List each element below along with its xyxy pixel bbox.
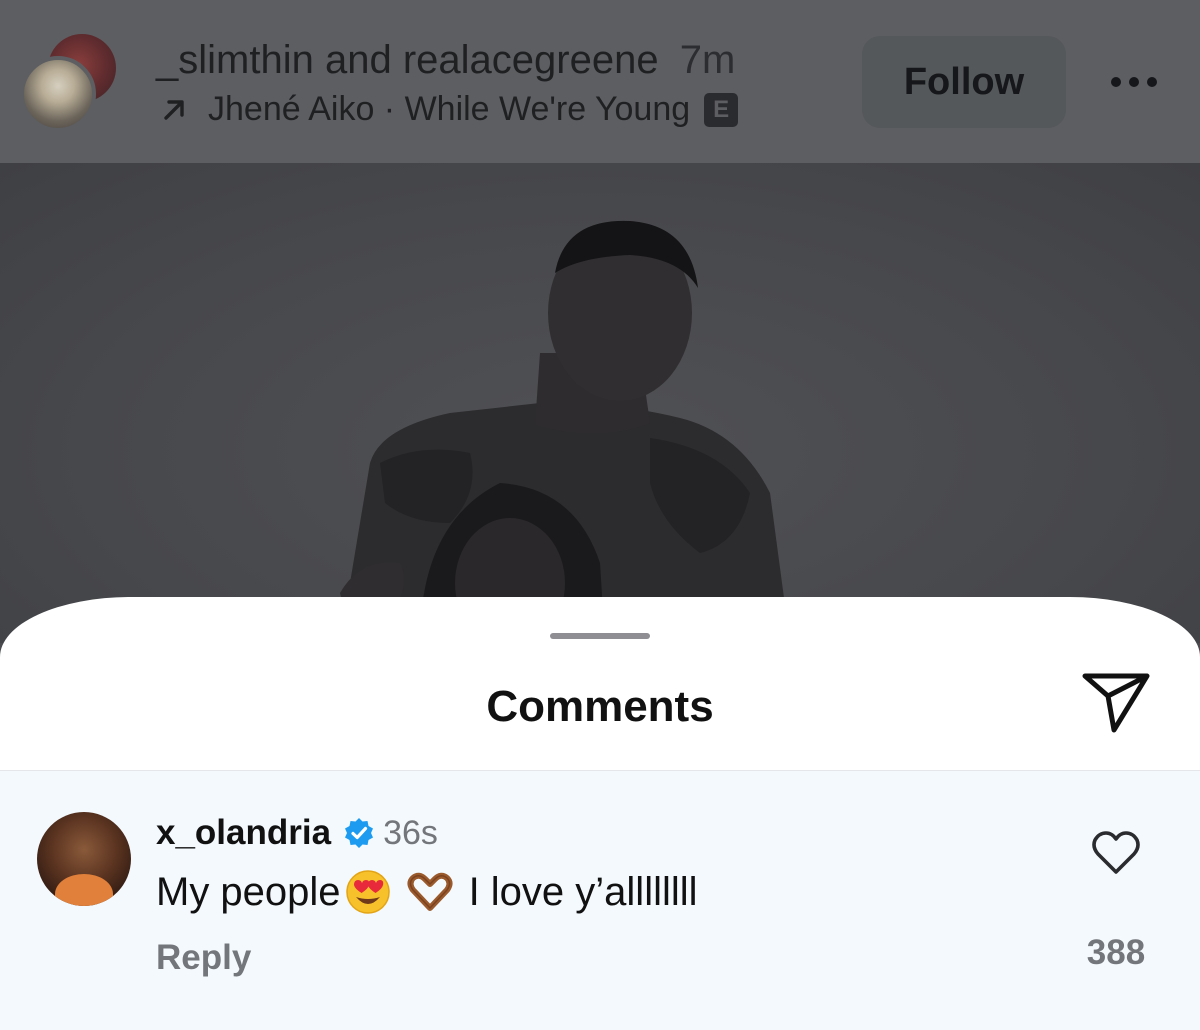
follow-button[interactable]: Follow	[862, 36, 1066, 128]
author-username[interactable]: realacegreene	[403, 38, 659, 82]
post-time: 7m	[679, 38, 736, 82]
heart-outline-icon[interactable]	[1090, 830, 1142, 876]
post-photo[interactable]	[0, 163, 1200, 643]
music-label: Jhené Aiko · While We're Young	[208, 90, 691, 128]
heart-hands-emoji-icon	[407, 872, 453, 911]
collab-avatars[interactable]	[20, 34, 120, 134]
and-text: and	[324, 38, 392, 82]
avatar	[20, 56, 96, 132]
post-header: _slimthin and realacegreene 7m Jhené Aik…	[0, 0, 1200, 163]
comment-item: x_olandria 36s My people I love y’alllll…	[0, 771, 1200, 1030]
sheet-grabber[interactable]	[550, 633, 650, 639]
post-authors: _slimthin and realacegreene 7m	[156, 38, 735, 83]
comment-text-part: My people	[156, 869, 341, 914]
paper-plane-icon[interactable]	[1080, 670, 1152, 736]
comment-text-part: I love y’allllllll	[468, 869, 698, 914]
comment-time: 36s	[383, 813, 438, 852]
verified-badge-icon	[345, 818, 374, 848]
sheet-title: Comments	[486, 682, 714, 731]
comment-text: My people I love y’allllllll	[156, 869, 698, 915]
heart-eyes-emoji-icon	[345, 870, 390, 914]
comment-username[interactable]: x_olandria	[156, 813, 331, 853]
music-info[interactable]: Jhené Aiko · While We're Young E	[160, 90, 739, 129]
more-horizontal-icon[interactable]	[1108, 72, 1160, 92]
photo-illustration	[340, 220, 790, 643]
author-username[interactable]: _slimthin	[156, 38, 314, 82]
comment-header: x_olandria 36s	[156, 813, 438, 853]
comments-sheet: Comments x_olandria 36s My people I love…	[0, 597, 1200, 1030]
reply-button[interactable]: Reply	[156, 938, 251, 978]
like-count: 388	[1086, 933, 1146, 972]
arrow-up-right-icon	[164, 99, 184, 120]
avatar[interactable]	[37, 812, 131, 906]
explicit-badge: E	[704, 92, 739, 127]
